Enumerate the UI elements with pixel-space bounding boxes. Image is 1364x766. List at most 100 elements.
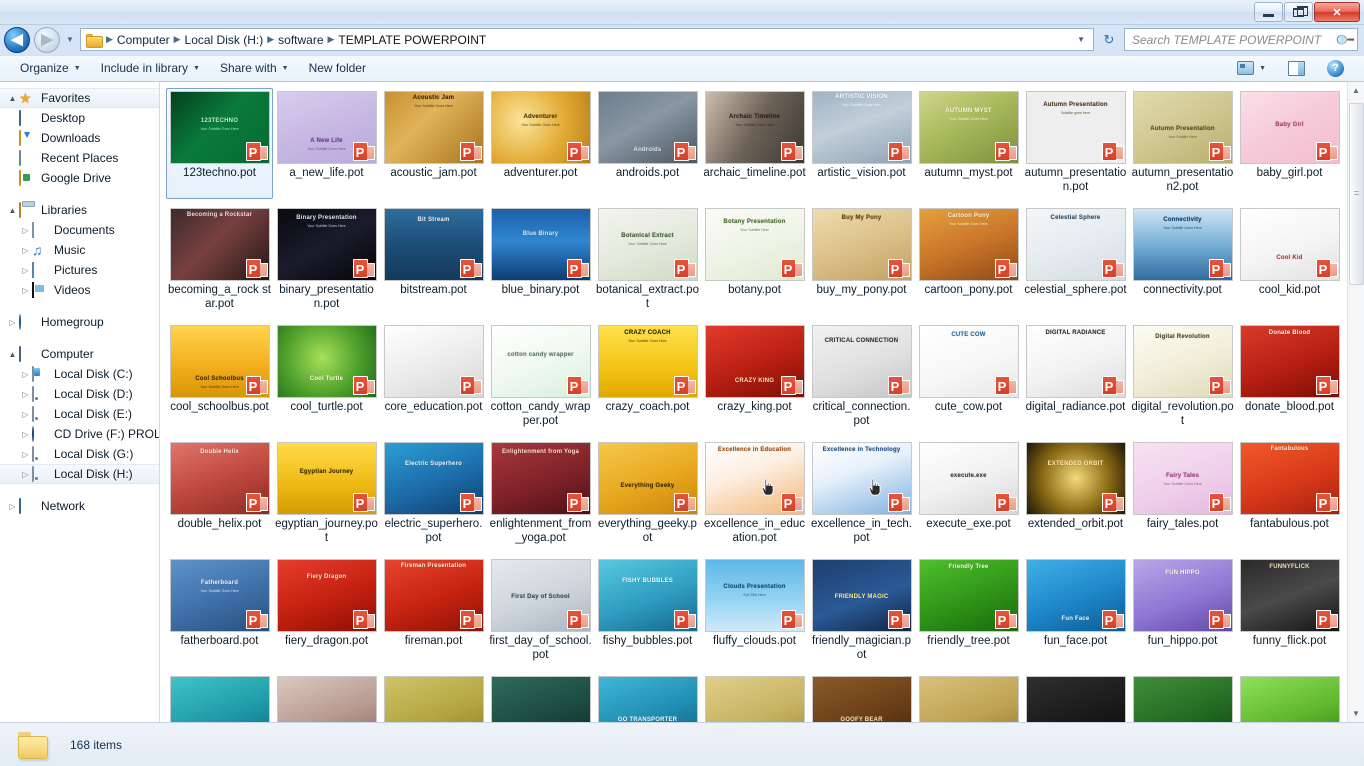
search-box[interactable]: Search TEMPLATE POWERPOINT 🔍 <box>1124 28 1358 52</box>
file-tile[interactable]: Archaic Timeline Your Subtitle Goes Here P… <box>701 88 808 199</box>
vertical-scrollbar[interactable]: ▲ ▼ <box>1347 82 1364 722</box>
expander-icon[interactable]: ▲ <box>6 350 19 359</box>
file-tile[interactable]: Pcore_education.pot <box>380 322 487 433</box>
scroll-down-button[interactable]: ▼ <box>1348 705 1364 722</box>
refresh-button[interactable]: ↻ <box>1098 32 1120 48</box>
file-tile[interactable]: Binary Presentation Your Subtitle Goes He… <box>273 205 380 316</box>
address-dropdown-icon[interactable]: ▼ <box>1071 35 1091 44</box>
maximize-button[interactable] <box>1284 2 1313 22</box>
scrollbar-track[interactable] <box>1348 99 1364 705</box>
close-button[interactable]: ✕ <box>1314 2 1360 22</box>
file-tile[interactable]: Adventurer Your Subtitle Goes Here Padvent… <box>487 88 594 199</box>
file-tile[interactable]: Becoming a Rockstar Pbecoming_a_rock star… <box>166 205 273 316</box>
search-input[interactable]: Search TEMPLATE POWERPOINT <box>1132 33 1337 47</box>
file-tile[interactable]: GLOBAL BACKYARD <box>273 673 380 722</box>
sidebar-item-network[interactable]: ▷ Network <box>0 496 159 516</box>
sidebar-item-local-disk-c[interactable]: ▷ Local Disk (C:) <box>0 364 159 384</box>
file-tile[interactable]: GREEN SCIENCE <box>1129 673 1236 722</box>
file-tile[interactable]: Excellence in Education Pexcellence_in_ed… <box>701 439 808 550</box>
file-tile[interactable]: Goofy Dinosaur <box>915 673 1022 722</box>
sidebar-item-videos[interactable]: ▷ Videos <box>0 280 159 300</box>
file-tile[interactable]: Cartoon Pony Your Subtitle Goes Here Pcart… <box>915 205 1022 316</box>
expander-icon[interactable]: ▷ <box>19 286 32 295</box>
file-tile[interactable]: Bit Stream Pbitstream.pot <box>380 205 487 316</box>
breadcrumb-software[interactable]: software <box>276 33 325 47</box>
file-tile[interactable]: Acoustic Jam Your Subtitle Goes Here Pacou… <box>380 88 487 199</box>
recent-locations-button[interactable]: ▼ <box>64 35 76 44</box>
expander-icon[interactable]: ▷ <box>19 246 32 255</box>
file-tile[interactable]: Autumn Presentation Your Subtitle Here Pau… <box>1129 88 1236 199</box>
forward-button[interactable]: ▶ <box>34 26 60 53</box>
file-tile[interactable]: Donate Blood Pdonate_blood.pot <box>1236 322 1343 433</box>
file-tile[interactable]: Celestial Sphere Pcelestial_sphere.pot <box>1022 205 1129 316</box>
file-tile[interactable]: 123TECHNO Your Subtitle Goes Here P 123tech… <box>166 88 273 200</box>
file-tile[interactable]: Egyptian Journey Pegyptian_journey.pot <box>273 439 380 550</box>
file-tile[interactable]: Cool Schoolbus Your Subtitle Goes Here P co… <box>166 322 273 433</box>
file-tile[interactable]: Botanical Extract Your Subtitle Goes Here… <box>594 205 701 316</box>
expander-icon[interactable]: ▲ <box>6 206 19 215</box>
new-folder-button[interactable]: New folder <box>299 57 376 79</box>
file-tile[interactable]: Fiery Dragon Pfiery_dragon.pot <box>273 556 380 667</box>
expander-icon[interactable]: ▷ <box>19 266 32 275</box>
sidebar-item-cd-drive-f[interactable]: ▷ CD Drive (F:) PROLiN <box>0 424 159 444</box>
expander-icon[interactable]: ▷ <box>19 450 32 459</box>
file-tile[interactable]: Buy My Pony Pbuy_my_pony.pot <box>808 205 915 316</box>
expander-icon[interactable]: ▷ <box>19 390 32 399</box>
file-tile[interactable]: Fireman Presentation Pfireman.pot <box>380 556 487 667</box>
include-in-library-button[interactable]: Include in library ▼ <box>91 57 210 79</box>
file-tile[interactable]: CUTE COW Pcute_cow.pot <box>915 322 1022 433</box>
file-tile[interactable]: FUNNYFLICK Pfunny_flick.pot <box>1236 556 1343 667</box>
sidebar-item-local-disk-e[interactable]: ▷ Local Disk (E:) <box>0 404 159 424</box>
file-tile[interactable]: DIGITAL RADIANCE Pdigital_radiance.pot <box>1022 322 1129 433</box>
expander-icon[interactable]: ▷ <box>19 430 32 439</box>
scroll-up-button[interactable]: ▲ <box>1348 82 1364 99</box>
file-tile[interactable]: execute.exe Pexecute_exe.pot <box>915 439 1022 550</box>
file-tile[interactable]: Fun Face P fun_face.pot <box>1022 556 1129 667</box>
file-tile[interactable]: AUTUMN MYST Your Subtitle Goes Here Pautum… <box>915 88 1022 199</box>
back-button[interactable]: ◀ <box>4 26 30 53</box>
file-tile[interactable]: Cool Kid P cool_kid.pot <box>1236 205 1343 316</box>
breadcrumb-computer[interactable]: Computer <box>115 33 172 47</box>
file-tile[interactable]: EXTENDED ORBIT Pextended_orbit.pot <box>1022 439 1129 550</box>
sidebar-group-favorites[interactable]: ▲ ★ Favorites <box>0 88 159 109</box>
file-tile[interactable]: Fantabulous Pfantabulous.pot <box>1236 439 1343 550</box>
file-tile[interactable]: Connectivity Your Subtitle Goes Here Pconn… <box>1129 205 1236 316</box>
file-tile[interactable]: Enlightenment from Yoga Penlightenment_fr… <box>487 439 594 550</box>
sidebar-item-local-disk-g[interactable]: ▷ Local Disk (G:) <box>0 444 159 464</box>
file-tile[interactable]: First Day of School Pfirst_day_of_school.… <box>487 556 594 667</box>
file-tile[interactable]: CRAZY KING P crazy_king.pot <box>701 322 808 433</box>
file-tile[interactable]: Digital Revolution Pdigital_revolution.po… <box>1129 322 1236 433</box>
file-tile[interactable]: Fatherboard Your Subtitle Goes Here Pfathe… <box>166 556 273 667</box>
change-view-button[interactable]: ▼ <box>1227 57 1276 79</box>
file-tile[interactable]: ARTISTIC VISION Your Subtitle Goes Here Pa… <box>808 88 915 199</box>
file-tile[interactable]: Future Learning <box>166 673 273 722</box>
sidebar-item-homegroup[interactable]: ▷ Homegroup <box>0 312 159 332</box>
file-tile[interactable]: Excellence in Technology Pexcellence_in_t… <box>808 439 915 550</box>
sidebar-item-recent-places[interactable]: Recent Places <box>0 148 159 168</box>
file-tile[interactable]: Fairy Tales Your Subtitle Goes Here Pfairy… <box>1129 439 1236 550</box>
help-button[interactable]: ? <box>1317 56 1354 81</box>
sidebar-item-pictures[interactable]: ▷ Pictures <box>0 260 159 280</box>
sidebar-item-local-disk-d[interactable]: ▷ Local Disk (D:) <box>0 384 159 404</box>
breadcrumb-local-disk-h[interactable]: Local Disk (H:) <box>183 33 266 47</box>
file-tile[interactable]: Golden Bowl <box>701 673 808 722</box>
file-tile[interactable]: Friendly Tree Pfriendly_tree.pot <box>915 556 1022 667</box>
sidebar-item-documents[interactable]: ▷ Documents <box>0 220 159 240</box>
file-tile[interactable]: GOOFY BEAR <box>808 673 915 722</box>
expander-icon[interactable]: ▷ <box>19 226 32 235</box>
file-tile[interactable]: cotton candy wrapper Pcotton_candy_wrappe… <box>487 322 594 433</box>
sidebar-item-google-drive[interactable]: Google Drive <box>0 168 159 188</box>
expander-icon[interactable]: ▷ <box>6 502 19 511</box>
file-tile[interactable]: Autumn Presentation Subtitle goes here Pau… <box>1022 88 1129 199</box>
file-tile[interactable]: CRITICAL CONNECTION Pcritical_connection.… <box>808 322 915 433</box>
file-tile[interactable]: Global Projection <box>380 673 487 722</box>
file-tile[interactable]: FISHY BUBBLES Pfishy_bubbles.pot <box>594 556 701 667</box>
file-tile[interactable]: Botany Presentation Your Subtitle Here Pbo… <box>701 205 808 316</box>
file-list-view[interactable]: 123TECHNO Your Subtitle Goes Here P 123tech… <box>160 82 1364 722</box>
file-tile[interactable]: FUN HIPPO Pfun_hippo.pot <box>1129 556 1236 667</box>
sidebar-item-music[interactable]: ▷ ♫ Music <box>0 240 159 260</box>
sidebar-item-local-disk-h[interactable]: ▷ Local Disk (H:) <box>0 464 159 485</box>
address-breadcrumb-bar[interactable]: ▶ Computer ▶ Local Disk (H:) ▶ software … <box>80 28 1094 52</box>
file-tile[interactable]: Baby Girl Pbaby_girl.pot <box>1236 88 1343 199</box>
navigation-pane[interactable]: ▲ ★ Favorites Desktop Downloads Recent P… <box>0 82 160 722</box>
